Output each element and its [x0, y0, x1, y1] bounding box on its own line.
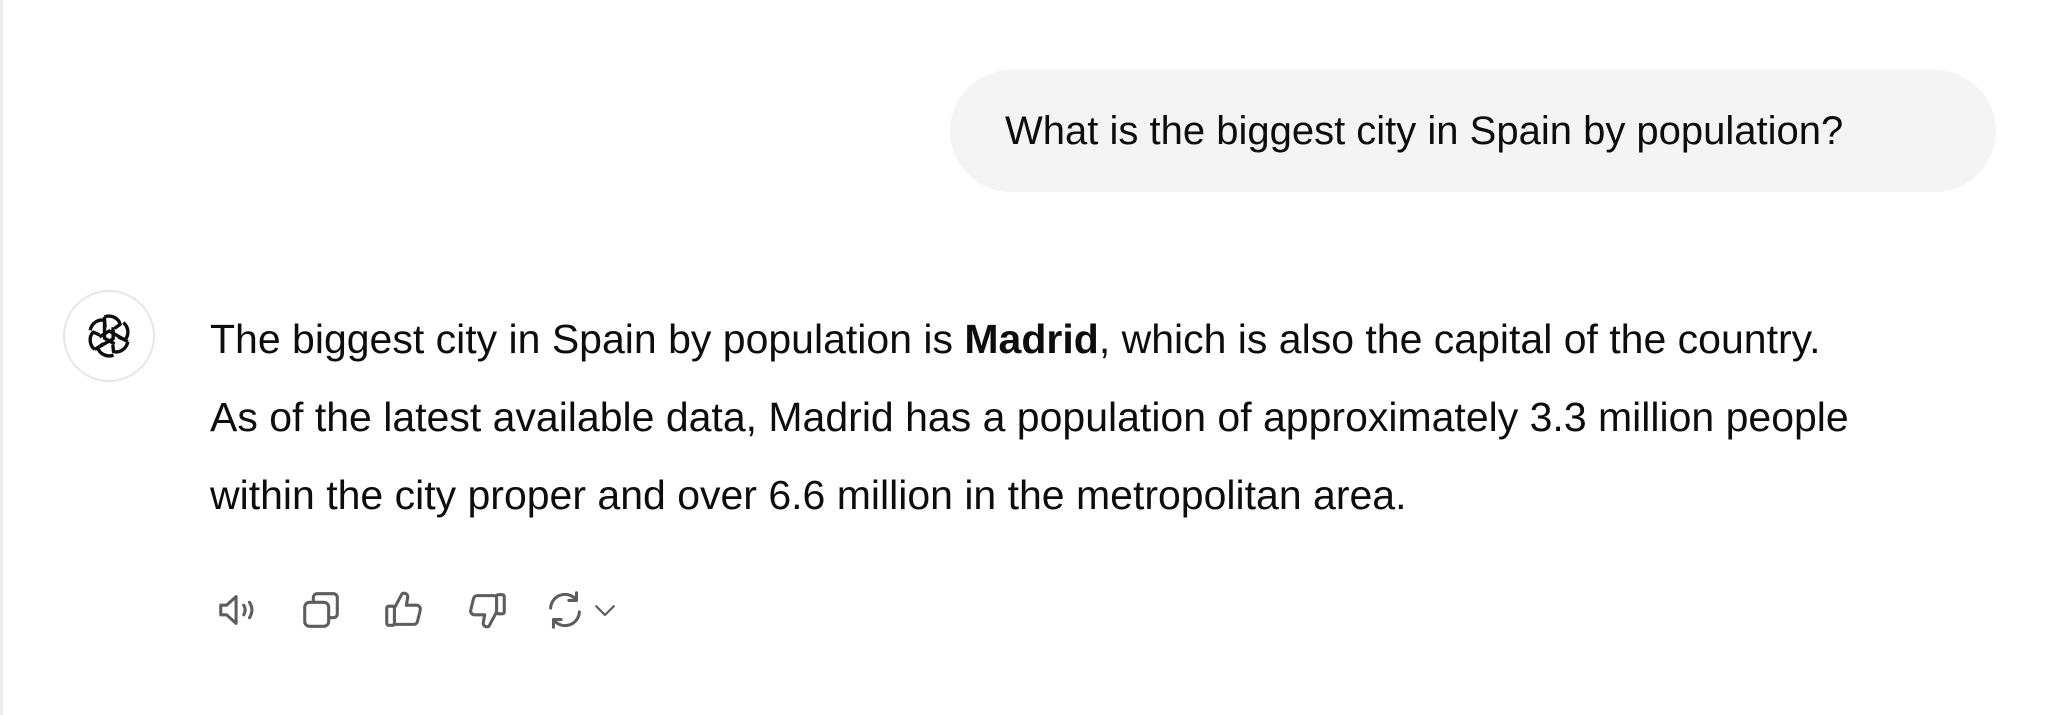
assistant-message-line-1: The biggest city in Spain by population … — [210, 300, 2010, 378]
refresh-icon — [542, 587, 588, 633]
chevron-down-icon — [590, 595, 620, 625]
copy-button[interactable] — [293, 582, 349, 638]
user-message-bubble: What is the biggest city in Spain by pop… — [950, 70, 1996, 192]
assistant-message-line-2: As of the latest available data, Madrid … — [210, 394, 1849, 440]
assistant-message-line-3: within the city proper and over 6.6 mill… — [210, 472, 1407, 518]
assistant-avatar — [63, 290, 155, 382]
read-aloud-button[interactable] — [210, 582, 266, 638]
copy-icon — [298, 587, 344, 633]
assistant-text-segment: The biggest city in Spain by population … — [210, 316, 965, 362]
thumbs-up-icon — [381, 587, 427, 633]
user-message-text: What is the biggest city in Spain by pop… — [1005, 108, 1844, 153]
assistant-bold-city: Madrid — [964, 316, 1099, 362]
chat-container: What is the biggest city in Spain by pop… — [0, 0, 2048, 715]
message-actions-toolbar — [210, 582, 661, 638]
assistant-message: The biggest city in Spain by population … — [210, 300, 2010, 534]
bad-response-button[interactable] — [459, 582, 515, 638]
speaker-icon — [215, 587, 261, 633]
regenerate-button[interactable] — [542, 582, 634, 638]
good-response-button[interactable] — [376, 582, 432, 638]
assistant-text-segment: , which is also the capital of the count… — [1098, 316, 1821, 362]
openai-logo-icon — [82, 309, 136, 363]
thumbs-down-icon — [464, 587, 510, 633]
